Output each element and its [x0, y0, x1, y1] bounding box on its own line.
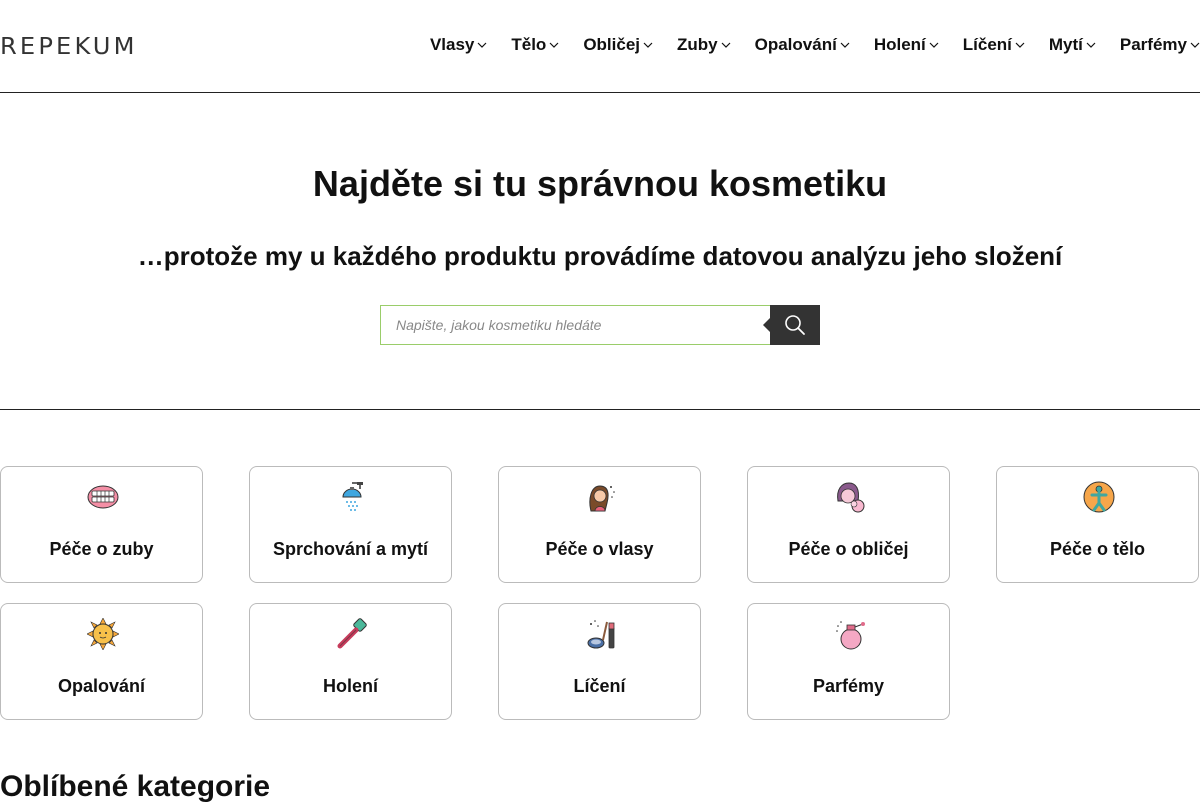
category-label: Holení — [322, 676, 378, 696]
category-card-parfemy[interactable]: Parfémy — [747, 603, 950, 720]
page-subtitle: …protože my u každého produktu provádíme… — [137, 241, 1063, 271]
category-label: Opalování — [57, 676, 146, 696]
category-card-opalovani[interactable]: Opalování — [0, 603, 203, 720]
perfume-icon — [836, 621, 865, 650]
category-card-holeni[interactable]: Holení — [249, 603, 452, 720]
body-icon — [1083, 481, 1115, 513]
category-card-vlasy[interactable]: Péče o vlasy — [498, 466, 701, 583]
nav-item-label: Parfémy — [1119, 35, 1187, 54]
nav-item-vlasy[interactable]: Vlasy — [430, 35, 487, 55]
site-header: REPEKUM Vlasy Tělo Obličej Zuby Opalován… — [0, 0, 1200, 93]
page-title: Najděte si tu správnou kosmetiku — [312, 163, 888, 204]
chevron-down-icon — [549, 42, 559, 48]
nav-item-label: Líčení — [962, 35, 1012, 54]
chevron-down-icon — [721, 42, 731, 48]
sun-icon — [87, 618, 119, 650]
nav-item-liceni[interactable]: Líčení — [963, 35, 1025, 55]
nav-item-label: Obličej — [583, 35, 641, 54]
category-label: Péče o obličej — [788, 539, 909, 559]
search-button[interactable] — [763, 305, 820, 345]
nav-item-telo[interactable]: Tělo — [511, 35, 559, 55]
chevron-down-icon — [929, 42, 939, 48]
nav-item-oblicej[interactable]: Obličej — [583, 35, 653, 55]
category-card-zuby[interactable]: Péče o zuby — [0, 466, 203, 583]
chevron-down-icon — [477, 42, 487, 48]
teeth-icon — [87, 485, 119, 509]
search-bar — [380, 305, 820, 345]
hero-section: Najděte si tu správnou kosmetiku …protož… — [0, 93, 1200, 410]
category-label: Péče o vlasy — [545, 539, 654, 559]
nav-item-zuby[interactable]: Zuby — [677, 35, 731, 55]
nav-item-parfemy[interactable]: Parfémy — [1120, 35, 1200, 55]
shower-icon — [342, 482, 363, 511]
chevron-down-icon — [1015, 42, 1025, 48]
nav-item-label: Zuby — [677, 35, 718, 54]
razor-icon — [337, 618, 367, 649]
favorites-section-title: Oblíbené kategorie — [0, 770, 271, 803]
category-label: Parfémy — [812, 676, 885, 696]
nav-item-label: Tělo — [511, 35, 547, 54]
category-label: Péče o zuby — [49, 539, 154, 559]
category-card-liceni[interactable]: Líčení — [498, 603, 701, 720]
category-card-oblicej[interactable]: Péče o obličej — [747, 466, 950, 583]
nav-item-myti[interactable]: Mytí — [1049, 35, 1096, 55]
nav-item-label: Opalování — [754, 35, 837, 54]
chevron-down-icon — [1190, 42, 1200, 48]
main-nav: Vlasy Tělo Obličej Zuby Opalování Holení… — [406, 35, 1200, 55]
search-input[interactable] — [380, 305, 770, 345]
makeup-icon — [587, 620, 615, 649]
hair-woman-icon — [589, 485, 615, 512]
category-label: Péče o tělo — [1049, 539, 1146, 559]
chevron-down-icon — [1086, 42, 1096, 48]
chevron-down-icon — [840, 42, 850, 48]
chevron-down-icon — [643, 42, 653, 48]
category-card-telo[interactable]: Péče o tělo — [996, 466, 1199, 583]
face-care-icon — [837, 482, 865, 513]
category-card-sprchovani[interactable]: Sprchování a mytí — [249, 466, 452, 583]
nav-item-label: Vlasy — [429, 35, 475, 54]
category-label: Líčení — [573, 676, 626, 696]
nav-item-opalovani[interactable]: Opalování — [755, 35, 850, 55]
logo[interactable]: REPEKUM — [0, 34, 138, 60]
nav-item-holeni[interactable]: Holení — [874, 35, 939, 55]
category-label: Sprchování a mytí — [272, 539, 429, 559]
nav-item-label: Mytí — [1048, 35, 1083, 54]
nav-item-label: Holení — [873, 35, 926, 54]
search-icon — [785, 315, 805, 335]
